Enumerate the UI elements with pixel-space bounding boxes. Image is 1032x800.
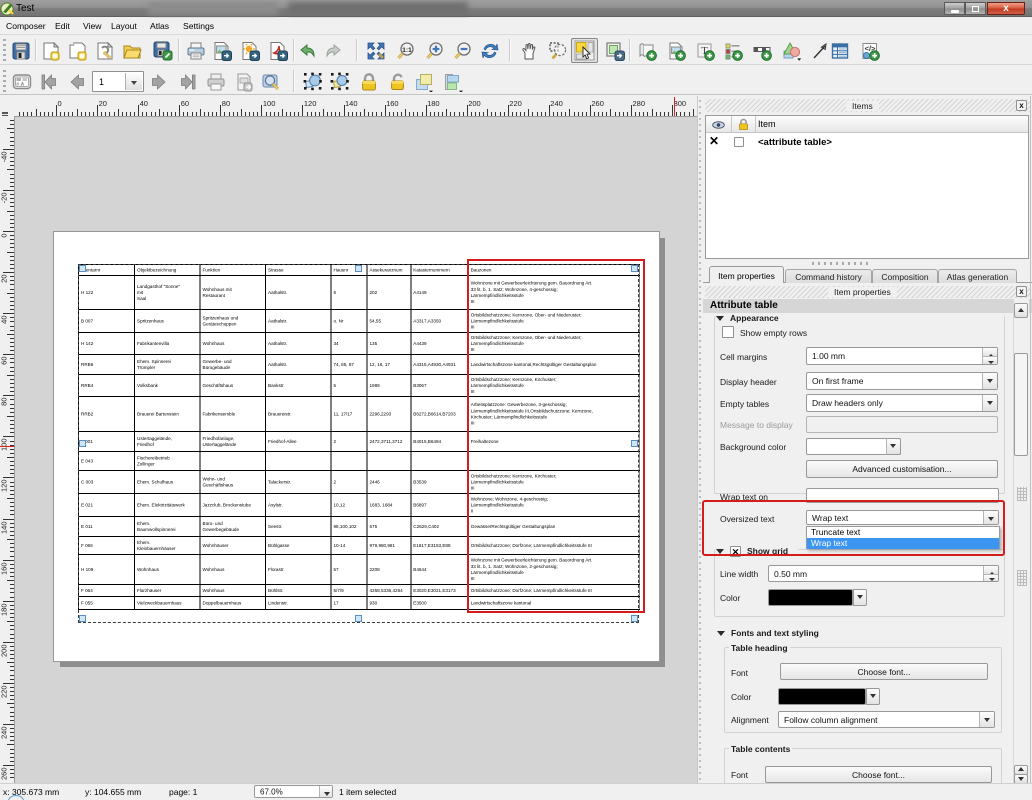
svg-text:1:1: 1:1	[402, 47, 412, 54]
